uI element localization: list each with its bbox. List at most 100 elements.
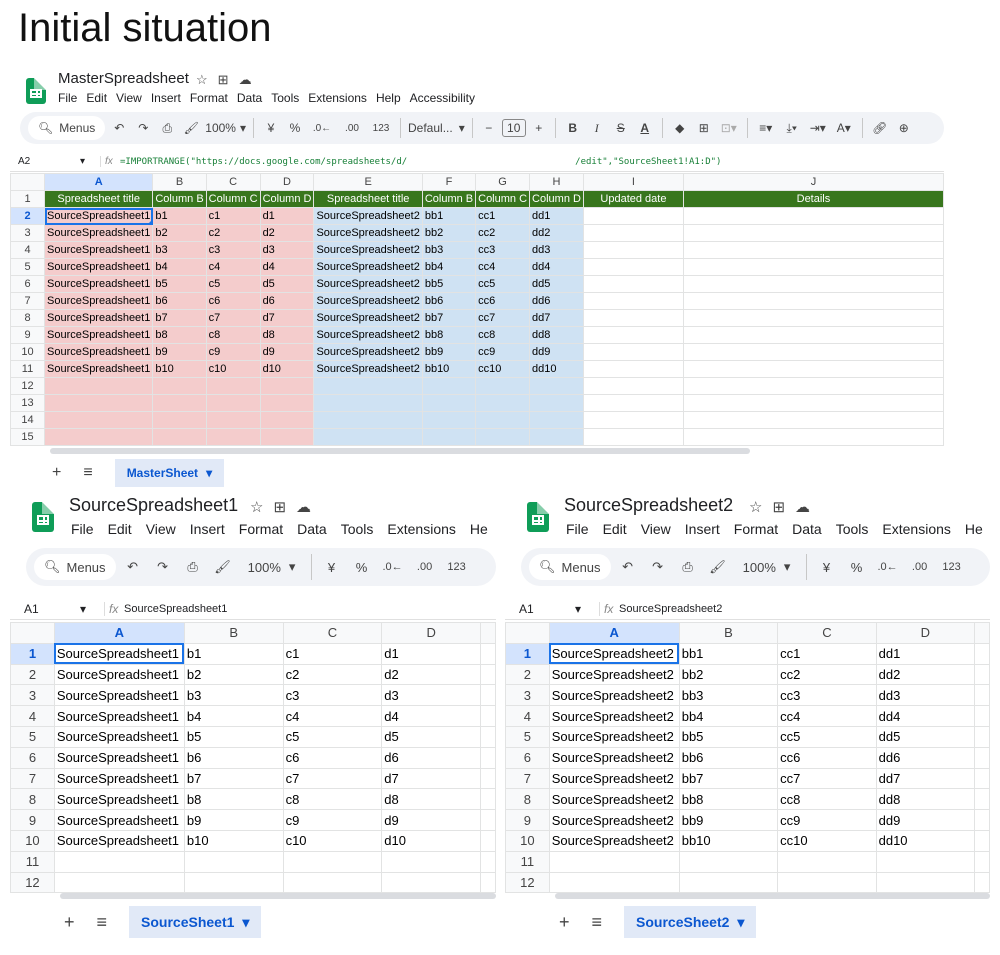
row-header[interactable]: 5 bbox=[10, 258, 45, 276]
redo-icon[interactable]: ↷ bbox=[645, 559, 671, 575]
cell[interactable] bbox=[381, 871, 481, 894]
cell[interactable]: dd4 bbox=[529, 258, 584, 276]
cell[interactable]: bb8 bbox=[678, 788, 779, 811]
menu-item[interactable]: Tools bbox=[836, 521, 869, 537]
font-size-increase-icon[interactable]: + bbox=[530, 121, 548, 135]
row-header[interactable]: 7 bbox=[10, 767, 55, 790]
cell[interactable] bbox=[974, 829, 990, 852]
sheet-tab-mastersheet[interactable]: MasterSheet ▾ bbox=[114, 459, 225, 487]
row-header[interactable]: 14 bbox=[10, 411, 45, 429]
cell[interactable] bbox=[875, 850, 976, 873]
cell[interactable]: c4 bbox=[282, 705, 383, 727]
cell[interactable]: dd6 bbox=[875, 746, 976, 769]
cell[interactable]: cc7 bbox=[475, 309, 531, 327]
menu-item[interactable]: Insert bbox=[685, 521, 720, 537]
cell[interactable]: c3 bbox=[205, 241, 261, 259]
cell[interactable]: cc2 bbox=[475, 224, 531, 242]
zoom-select[interactable]: 100% ▾ bbox=[205, 121, 246, 135]
cell[interactable] bbox=[582, 326, 684, 344]
cell[interactable]: b5 bbox=[152, 275, 207, 293]
cell[interactable]: bb2 bbox=[678, 663, 779, 686]
cell[interactable]: bb3 bbox=[678, 684, 779, 707]
menu-item[interactable]: He bbox=[965, 521, 983, 537]
cell[interactable] bbox=[974, 809, 990, 831]
column-header[interactable]: B bbox=[183, 622, 284, 644]
cell[interactable]: bb6 bbox=[678, 746, 779, 769]
cell[interactable]: cc1 bbox=[475, 207, 531, 225]
cell[interactable] bbox=[974, 705, 990, 727]
comment-icon[interactable]: ⊕ bbox=[894, 121, 914, 135]
paint-format-icon[interactable]: 🖌︎ bbox=[210, 559, 236, 575]
column-header[interactable]: H bbox=[529, 173, 584, 191]
cell[interactable]: b3 bbox=[152, 241, 207, 259]
cell[interactable]: bb5 bbox=[421, 275, 477, 293]
cell[interactable]: b5 bbox=[183, 725, 284, 748]
menus-search[interactable]: 🔍︎ Menus bbox=[529, 554, 611, 580]
cell[interactable]: SourceSpreadsheet2 bbox=[313, 207, 423, 225]
row-header[interactable]: 11 bbox=[10, 360, 45, 378]
cell[interactable] bbox=[582, 360, 684, 378]
cell[interactable]: bb1 bbox=[678, 642, 779, 665]
cell[interactable]: bb10 bbox=[678, 829, 779, 852]
cell[interactable]: SourceSpreadsheet2 bbox=[548, 809, 680, 831]
row-header[interactable]: 8 bbox=[10, 309, 45, 327]
column-header[interactable] bbox=[974, 622, 990, 644]
cell[interactable]: d5 bbox=[381, 725, 481, 748]
menu-item[interactable]: Data bbox=[792, 521, 822, 537]
row-header[interactable]: 6 bbox=[10, 746, 55, 769]
redo-icon[interactable]: ↷ bbox=[133, 121, 153, 135]
cell[interactable]: d9 bbox=[259, 343, 315, 361]
cell[interactable] bbox=[777, 871, 877, 894]
formula-input[interactable]: SourceSpreadsheet1 bbox=[124, 603, 227, 615]
more-formats-button[interactable]: 123 bbox=[369, 123, 393, 134]
corner-cell[interactable] bbox=[10, 173, 45, 191]
cell[interactable]: c7 bbox=[282, 767, 383, 790]
sheets-logo-icon[interactable] bbox=[26, 78, 46, 104]
cell[interactable]: SourceSpreadsheet2 bbox=[313, 241, 423, 259]
cell[interactable]: SourceSpreadsheet1 bbox=[43, 343, 154, 361]
more-formats-button[interactable]: 123 bbox=[938, 561, 966, 573]
cell[interactable] bbox=[43, 377, 154, 395]
header-cell[interactable]: Column B bbox=[421, 190, 477, 208]
row-header[interactable]: 13 bbox=[10, 394, 45, 412]
cell[interactable]: SourceSpreadsheet2 bbox=[313, 292, 423, 310]
italic-icon[interactable]: I bbox=[587, 121, 607, 136]
cell[interactable] bbox=[777, 850, 877, 873]
all-sheets-icon[interactable]: ≡ bbox=[97, 912, 108, 933]
menu-item[interactable]: View bbox=[146, 521, 176, 537]
row-header[interactable]: 3 bbox=[10, 224, 45, 242]
cell[interactable]: SourceSpreadsheet2 bbox=[548, 663, 680, 686]
paint-format-icon[interactable]: 🖌︎ bbox=[705, 559, 731, 575]
cell[interactable] bbox=[682, 292, 944, 310]
cell[interactable]: b7 bbox=[152, 309, 207, 327]
undo-icon[interactable]: ↶ bbox=[109, 121, 129, 135]
row-header[interactable]: 12 bbox=[10, 871, 55, 894]
row-header[interactable]: 3 bbox=[505, 684, 550, 707]
cell[interactable] bbox=[529, 428, 584, 446]
cell[interactable]: d4 bbox=[381, 705, 481, 727]
cell[interactable] bbox=[548, 850, 680, 873]
cell[interactable] bbox=[974, 642, 990, 665]
cell[interactable] bbox=[682, 411, 944, 429]
column-header[interactable]: G bbox=[475, 173, 531, 191]
row-header[interactable]: 2 bbox=[505, 663, 550, 686]
cell[interactable]: c6 bbox=[205, 292, 261, 310]
cell[interactable] bbox=[480, 809, 496, 831]
cell[interactable] bbox=[582, 207, 684, 225]
cell[interactable]: b6 bbox=[183, 746, 284, 769]
zoom-select[interactable]: 100% ▾ bbox=[240, 559, 304, 575]
cell[interactable] bbox=[480, 788, 496, 811]
menu-item[interactable]: Edit bbox=[108, 521, 132, 537]
font-size-decrease-icon[interactable]: − bbox=[480, 121, 498, 135]
sheet-tab-sourcesheet2[interactable]: SourceSheet2 ▾ bbox=[624, 906, 757, 938]
bold-icon[interactable]: B bbox=[563, 121, 583, 135]
star-icon[interactable]: ☆ bbox=[250, 498, 263, 516]
cell[interactable]: dd5 bbox=[529, 275, 584, 293]
cell[interactable]: cc3 bbox=[777, 684, 877, 707]
cell[interactable]: dd4 bbox=[875, 705, 976, 727]
cell[interactable]: dd2 bbox=[875, 663, 976, 686]
cell[interactable] bbox=[974, 746, 990, 769]
cell[interactable]: SourceSpreadsheet1 bbox=[53, 642, 185, 665]
menu-item[interactable]: Data bbox=[297, 521, 327, 537]
cell[interactable] bbox=[43, 394, 154, 412]
